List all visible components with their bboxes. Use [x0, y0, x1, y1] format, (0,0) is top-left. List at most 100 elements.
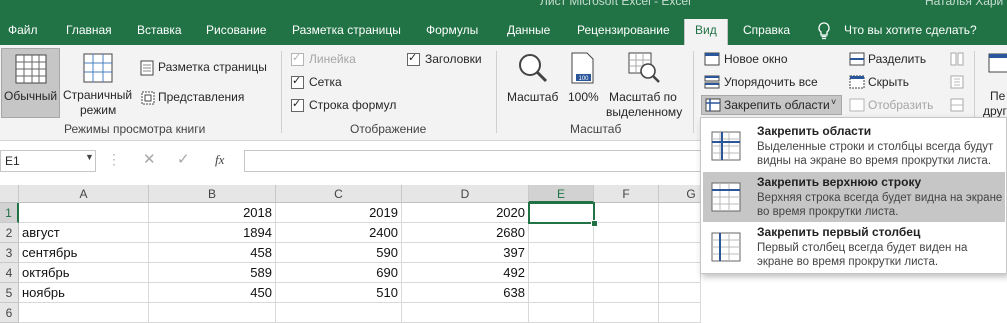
cell-g1[interactable]: [659, 203, 701, 223]
tab-insert[interactable]: Вставка: [137, 19, 182, 45]
row-header[interactable]: 4: [0, 263, 19, 283]
column-header-b[interactable]: B: [149, 185, 276, 203]
normal-view-button[interactable]: Обычный: [1, 48, 60, 118]
reset-window-position-icon[interactable]: [950, 98, 964, 112]
switch-windows-button[interactable]: Пе други: [980, 48, 1007, 120]
cell-d6[interactable]: [402, 303, 529, 323]
cell-a1[interactable]: [19, 203, 149, 223]
row-header[interactable]: 5: [0, 283, 19, 303]
headings-checkbox[interactable]: [407, 51, 420, 66]
cell-f2[interactable]: [594, 223, 659, 243]
cell-b5[interactable]: 450: [149, 283, 276, 303]
insert-function-icon[interactable]: fx: [215, 152, 224, 168]
column-header-a[interactable]: A: [19, 185, 149, 203]
cell-e6[interactable]: [529, 303, 594, 323]
menu-item-freeze-first-column[interactable]: Закрепить первый столбец Первый столбец …: [703, 222, 1005, 272]
menu-item-freeze-top-row[interactable]: Закрепить верхнюю строку Верхняя строка …: [703, 172, 1005, 222]
cell-c3[interactable]: 590: [276, 243, 402, 263]
cell-c4[interactable]: 690: [276, 263, 402, 283]
tab-formulas[interactable]: Формулы: [426, 19, 478, 45]
tab-data[interactable]: Данные: [507, 19, 550, 45]
gridlines-checkbox[interactable]: [291, 74, 304, 89]
cell-c1[interactable]: 2019: [276, 203, 402, 223]
cell-g2[interactable]: [659, 223, 701, 243]
column-header-e[interactable]: E: [529, 185, 594, 203]
cell-f4[interactable]: [594, 263, 659, 283]
cell-g4[interactable]: [659, 263, 701, 283]
split-button[interactable]: Разделить: [848, 51, 938, 69]
cell-c2[interactable]: 2400: [276, 223, 402, 243]
tab-file[interactable]: Файл: [8, 19, 38, 45]
cell-b2[interactable]: 1894: [149, 223, 276, 243]
view-side-by-side-icon[interactable]: [950, 52, 964, 66]
new-window-button[interactable]: Новое окно: [703, 51, 813, 69]
cell-g3[interactable]: [659, 243, 701, 263]
zoom-100-button[interactable]: 100 100%: [564, 48, 604, 118]
cell-b3[interactable]: 458: [149, 243, 276, 263]
user-name[interactable]: Наталья Хари: [925, 0, 1003, 8]
cell-d3[interactable]: 397: [402, 243, 529, 263]
cell-a6[interactable]: [19, 303, 149, 323]
cell-d1[interactable]: 2020: [402, 203, 529, 223]
cell-a5[interactable]: ноябрь: [19, 283, 149, 303]
select-all-corner[interactable]: [0, 185, 19, 203]
cancel-icon[interactable]: ✕: [143, 150, 156, 168]
cell-b1[interactable]: 2018: [149, 203, 276, 223]
row-header[interactable]: 1: [0, 203, 19, 223]
cell-d4[interactable]: 492: [402, 263, 529, 283]
tell-me-search[interactable]: Что вы хотите сделать?: [844, 19, 977, 45]
hide-button[interactable]: Скрыть: [848, 74, 938, 92]
cell-a2[interactable]: август: [19, 223, 149, 243]
cell-g5[interactable]: [659, 283, 701, 303]
column-header-c[interactable]: C: [276, 185, 402, 203]
unhide-button[interactable]: Отобразить: [848, 97, 938, 115]
tab-view[interactable]: Вид: [684, 19, 728, 45]
row-header[interactable]: 3: [0, 243, 19, 263]
cell-e4[interactable]: [529, 263, 594, 283]
zoom-to-selection-button[interactable]: Масштаб по выделенному: [606, 48, 686, 120]
cell-c5[interactable]: 510: [276, 283, 402, 303]
tab-page-layout[interactable]: Разметка страницы: [292, 19, 401, 45]
cell-g6[interactable]: [659, 303, 701, 323]
row-header[interactable]: 2: [0, 223, 19, 243]
column-header-f[interactable]: F: [594, 185, 659, 203]
cell-e5[interactable]: [529, 283, 594, 303]
tab-draw[interactable]: Рисование: [206, 19, 266, 45]
cell-e3[interactable]: [529, 243, 594, 263]
cell-f5[interactable]: [594, 283, 659, 303]
cell-e2[interactable]: [529, 223, 594, 243]
cell-d5[interactable]: 638: [402, 283, 529, 303]
formula-bar-checkbox[interactable]: [291, 97, 304, 112]
column-header-d[interactable]: D: [402, 185, 529, 203]
custom-views-button[interactable]: Представления: [138, 89, 248, 107]
freeze-panes-button[interactable]: Закрепить области ˅: [701, 95, 842, 115]
lightbulb-icon[interactable]: [817, 19, 831, 45]
cell-b4[interactable]: 589: [149, 263, 276, 283]
name-box[interactable]: E1 ▼: [0, 150, 96, 172]
cell-c6[interactable]: [276, 303, 402, 323]
tab-home[interactable]: Главная: [66, 19, 112, 45]
page-break-preview-button[interactable]: Страничный режим: [61, 48, 135, 118]
freeze-panes-icon: [705, 98, 721, 112]
menu-item-freeze-panes[interactable]: Закрепить области Выделенные строки и ст…: [703, 121, 1005, 171]
cell-b6[interactable]: [149, 303, 276, 323]
name-box-dropdown-icon[interactable]: ▼: [85, 152, 94, 162]
cell-f6[interactable]: [594, 303, 659, 323]
cell-a4[interactable]: октябрь: [19, 263, 149, 283]
tab-help[interactable]: Справка: [743, 19, 790, 45]
split-icon: [849, 52, 865, 66]
cell-f1[interactable]: [594, 203, 659, 223]
synchronous-scrolling-icon[interactable]: [950, 75, 964, 89]
page-layout-view-button[interactable]: Разметка страницы: [138, 59, 268, 77]
tab-review[interactable]: Рецензирование: [577, 19, 670, 45]
row-header[interactable]: 6: [0, 303, 19, 323]
selected-cell-e1[interactable]: [528, 202, 595, 224]
ruler-checkbox[interactable]: [291, 51, 304, 66]
zoom-button[interactable]: Масштаб: [504, 48, 562, 118]
cell-f3[interactable]: [594, 243, 659, 263]
cell-d2[interactable]: 2680: [402, 223, 529, 243]
fill-handle[interactable]: [591, 220, 598, 227]
arrange-all-button[interactable]: Упорядочить все: [703, 74, 833, 92]
cell-a3[interactable]: сентябрь: [19, 243, 149, 263]
enter-check-icon[interactable]: ✓: [177, 150, 190, 168]
